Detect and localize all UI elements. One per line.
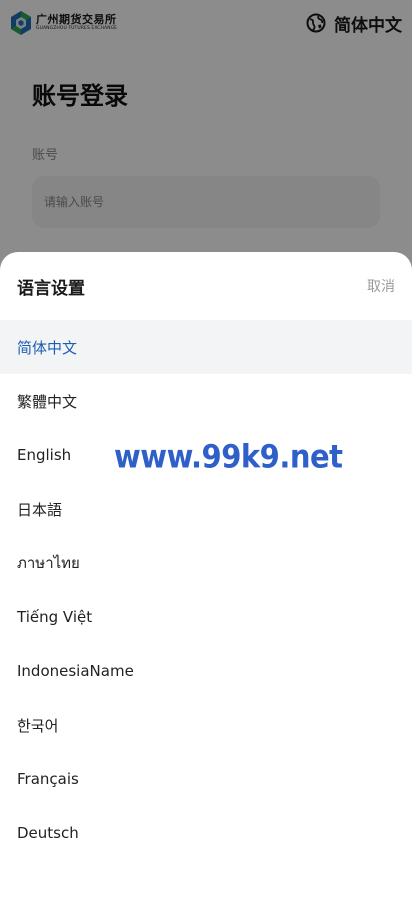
language-option-zh-hans[interactable]: 简体中文 bbox=[0, 320, 412, 374]
language-option-fr[interactable]: Français bbox=[0, 752, 412, 806]
language-option-de[interactable]: Deutsch bbox=[0, 806, 412, 860]
login-page: 广州期货交易所 GUANGZHOU FUTURES EXCHANGE 简体中文 … bbox=[0, 0, 412, 915]
cancel-button[interactable]: 取消 bbox=[367, 276, 395, 296]
language-option-zh-hant[interactable]: 繁體中文 bbox=[0, 374, 412, 428]
language-sheet: 语言设置 取消 简体中文 繁體中文 English 日本語 ภาษาไทย Ti… bbox=[0, 252, 412, 915]
language-sheet-header: 语言设置 取消 bbox=[0, 252, 412, 320]
language-option-ko[interactable]: 한국어 bbox=[0, 698, 412, 752]
language-sheet-title: 语言设置 bbox=[17, 278, 85, 299]
language-option-th[interactable]: ภาษาไทย bbox=[0, 536, 412, 590]
language-list: 简体中文 繁體中文 English 日本語 ภาษาไทย Tiếng Việt… bbox=[0, 320, 412, 860]
language-option-ja[interactable]: 日本語 bbox=[0, 482, 412, 536]
watermark: www.99k9.net bbox=[114, 437, 343, 476]
language-option-id[interactable]: IndonesiaName bbox=[0, 644, 412, 698]
language-option-vi[interactable]: Tiếng Việt bbox=[0, 590, 412, 644]
